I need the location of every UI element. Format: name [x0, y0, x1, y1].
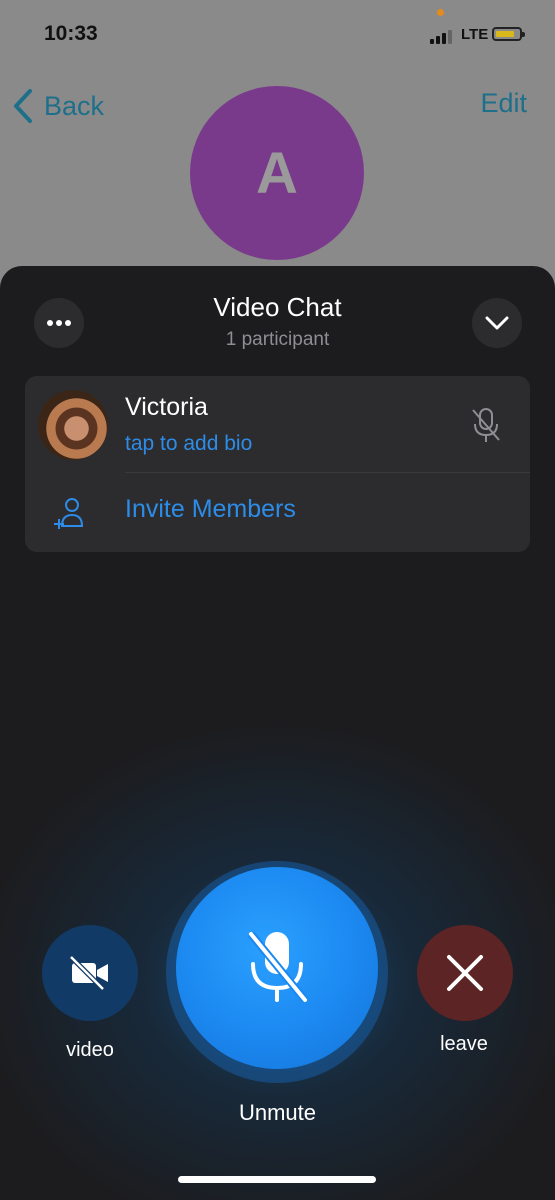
- chevron-down-icon: [485, 316, 509, 330]
- video-chat-sheet: Video Chat 1 participant Victoria tap to…: [0, 266, 555, 1200]
- privacy-indicator-dot: [437, 9, 444, 16]
- signal-icon: [430, 28, 456, 44]
- unmute-label: Unmute: [238, 1100, 317, 1125]
- battery-icon: [492, 27, 525, 41]
- back-label: Back: [44, 90, 105, 121]
- participant-count: 1 participant: [225, 329, 330, 350]
- collapse-button[interactable]: [472, 298, 522, 348]
- video-label: video: [66, 1039, 114, 1061]
- edit-button[interactable]: Edit: [480, 88, 527, 119]
- status-time: 10:33: [44, 22, 98, 45]
- participants-card: Victoria tap to add bio Invite Members: [25, 376, 530, 552]
- home-indicator[interactable]: [178, 1176, 376, 1183]
- participant-bio[interactable]: tap to add bio: [125, 432, 252, 456]
- close-icon: [447, 955, 483, 991]
- back-button[interactable]: Back: [12, 86, 104, 126]
- mic-off-icon: [472, 408, 500, 442]
- unmute-button[interactable]: [176, 867, 378, 1069]
- participant-name[interactable]: Victoria: [125, 393, 208, 422]
- participant-avatar[interactable]: [38, 390, 108, 460]
- add-person-icon: [54, 498, 84, 529]
- leave-label: leave: [440, 1033, 488, 1055]
- divider: [125, 472, 530, 473]
- video-off-icon: [69, 955, 108, 991]
- mic-off-icon: [247, 931, 309, 1003]
- network-type: LTE: [461, 26, 489, 43]
- invite-members-button[interactable]: Invite Members: [125, 495, 296, 524]
- chevron-left-icon: [14, 89, 32, 123]
- profile-avatar: A: [190, 86, 364, 260]
- video-button[interactable]: [42, 925, 138, 1021]
- status-bar: 10:33 LTE: [0, 0, 555, 70]
- leave-button[interactable]: [417, 925, 513, 1021]
